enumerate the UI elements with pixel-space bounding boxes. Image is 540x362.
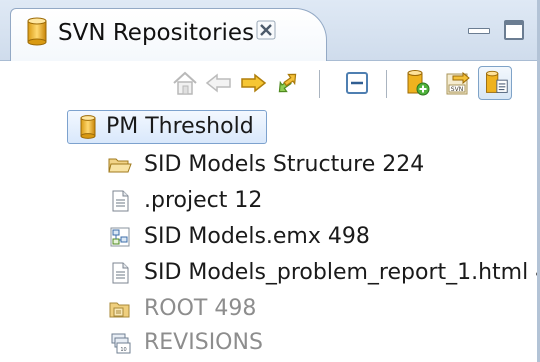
tree-item-label: SID Models Structure 224 <box>144 152 425 177</box>
model-file-icon <box>110 227 130 247</box>
text-file-icon <box>112 190 129 212</box>
maximize-icon[interactable] <box>504 20 524 40</box>
new-repository-location-icon[interactable] <box>400 66 434 100</box>
forward-arrow-icon[interactable] <box>236 66 270 100</box>
repository-cylinder-icon <box>27 17 47 46</box>
close-icon[interactable] <box>255 19 277 41</box>
collapse-all-icon[interactable] <box>340 66 374 100</box>
view-title: SVN Repositories <box>58 20 255 46</box>
tree-item-label: REVISIONS <box>144 330 263 355</box>
tree-item-label: PM Threshold <box>106 114 254 139</box>
minimize-icon[interactable] <box>468 28 490 34</box>
back-arrow-icon[interactable] <box>202 66 236 100</box>
link-with-editor-icon[interactable] <box>270 66 304 100</box>
show-browser-view-button[interactable] <box>478 66 512 100</box>
tree-item-label: ROOT 498 <box>144 296 257 321</box>
folder-root-icon <box>109 302 130 318</box>
import-svn-icon[interactable]: SVN <box>440 66 474 100</box>
folder-open-icon <box>108 158 132 173</box>
svg-text:SVN: SVN <box>451 86 463 93</box>
toolbar-separator <box>319 70 320 98</box>
repository-cylinder-icon <box>80 115 96 139</box>
revisions-icon: 10 <box>111 333 131 354</box>
toolbar-separator <box>386 70 387 98</box>
tree-item-label: SID Models_problem_report_1.html 4 <box>144 260 540 285</box>
home-icon[interactable] <box>168 66 202 100</box>
svg-text:10: 10 <box>120 347 126 353</box>
show-browser-view-icon <box>486 70 508 93</box>
tree-item-label: .project 12 <box>144 188 263 213</box>
tree-item-label: SID Models.emx 498 <box>144 224 370 249</box>
text-file-icon <box>112 262 129 284</box>
